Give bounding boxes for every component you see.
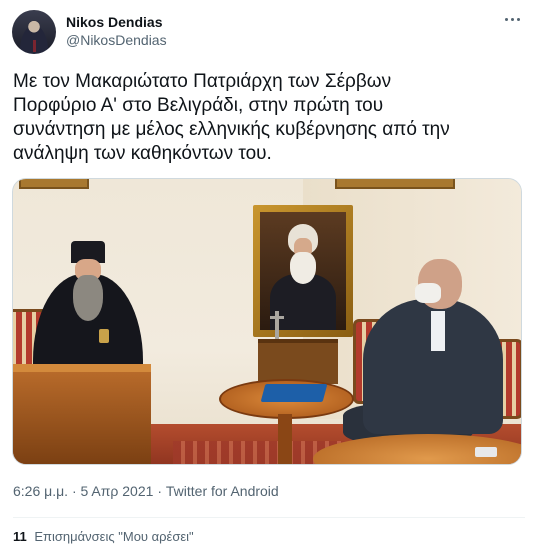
tweet-date[interactable]: 5 Απρ 2021 <box>81 483 154 499</box>
tweet-source[interactable]: Twitter for Android <box>166 483 279 499</box>
tweet-text: Με τον Μακαριώτατο Πατριάρχη των Σέρβων … <box>13 71 450 164</box>
tweet-time[interactable]: 6:26 μ.μ. <box>13 483 68 499</box>
author-name[interactable]: Nikos Dendias <box>66 14 162 30</box>
tweet-header: Nikos Dendias @NikosDendias <box>12 10 525 56</box>
portrait-painting <box>253 205 353 337</box>
author-handle[interactable]: @NikosDendias <box>66 32 167 48</box>
tweet-card: Nikos Dendias @NikosDendias Με τον Μακαρ… <box>0 0 537 553</box>
likes-label: Επισημάνσεις "Μου αρέσει" <box>34 529 194 544</box>
avatar[interactable] <box>12 10 56 54</box>
likes-link[interactable]: 11 Επισημάνσεις "Μου αρέσει" <box>13 529 194 544</box>
likes-count: 11 <box>13 529 27 544</box>
meta-separator: · <box>71 483 77 499</box>
tweet-photo[interactable] <box>12 178 522 465</box>
divider <box>13 517 525 518</box>
more-horizontal-icon[interactable] <box>503 12 521 26</box>
tweet-meta: 6:26 μ.μ. · 5 Απρ 2021 · Twitter for And… <box>13 483 279 499</box>
meta-separator: · <box>157 483 162 499</box>
